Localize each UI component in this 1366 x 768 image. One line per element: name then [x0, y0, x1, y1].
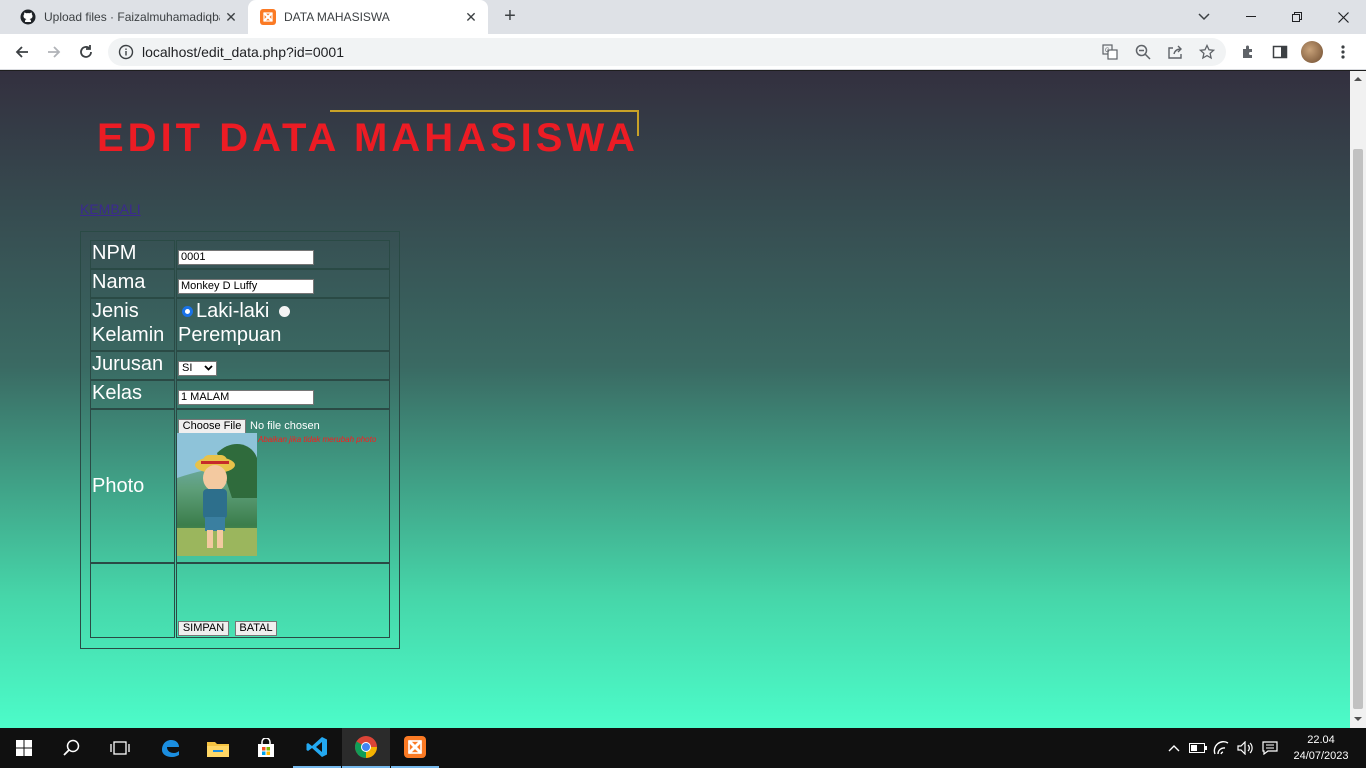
tab-github[interactable]: Upload files · Faizalmuhamadiqbal ✕: [8, 0, 248, 34]
xampp-taskbar-icon[interactable]: [391, 728, 439, 768]
menu-dots-icon[interactable]: [1333, 42, 1353, 62]
wifi-icon[interactable]: [1212, 738, 1232, 758]
kelas-label-cell: Kelas: [90, 380, 175, 409]
windows-start-icon[interactable]: [0, 728, 48, 768]
profile-avatar[interactable]: [1301, 41, 1323, 63]
edge-icon[interactable]: [146, 728, 194, 768]
store-icon[interactable]: [242, 728, 290, 768]
buttons-cell: SIMPAN BATAL: [176, 563, 390, 638]
tab-search-chevron-icon[interactable]: [1192, 5, 1216, 29]
extensions-puzzle-icon[interactable]: [1238, 42, 1258, 62]
volume-icon[interactable]: [1236, 738, 1256, 758]
jurusan-value-cell: SI: [176, 351, 390, 380]
restore-button[interactable]: [1274, 0, 1320, 34]
npm-label-cell: NPM: [90, 240, 175, 269]
laki-laki-label: Laki-laki: [196, 300, 270, 322]
translate-icon[interactable]: G: [1102, 44, 1118, 60]
system-clock[interactable]: 22.04 24/07/2023: [1284, 732, 1358, 764]
clock-time: 22.04: [1307, 734, 1335, 746]
forward-arrow-icon[interactable]: [40, 38, 68, 66]
tray-chevron-up-icon[interactable]: [1164, 738, 1184, 758]
nama-label: Nama: [92, 271, 146, 293]
svg-text:G: G: [1105, 48, 1110, 54]
simpan-button[interactable]: SIMPAN: [178, 621, 229, 636]
jenis-kelamin-label-line2: Kelamin: [92, 324, 165, 346]
browser-toolbar: localhost/edit_data.php?id=0001 G: [0, 34, 1366, 70]
perempuan-label: Perempuan: [178, 324, 282, 346]
tab-strip: Upload files · Faizalmuhamadiqbal ✕ DATA…: [0, 0, 1366, 34]
tab-data-mahasiswa[interactable]: DATA MAHASISWA ✕: [248, 0, 488, 34]
jenis-kelamin-label-line1: Jenis: [92, 300, 139, 322]
url-text: localhost/edit_data.php?id=0001: [142, 44, 345, 60]
student-photo: [177, 433, 257, 556]
kelas-input[interactable]: 1 MALAM: [178, 390, 314, 405]
new-tab-button[interactable]: +: [498, 4, 522, 28]
batal-button[interactable]: BATAL: [235, 621, 277, 636]
close-tab-icon[interactable]: ✕: [220, 9, 242, 26]
windows-taskbar: 22.04 24/07/2023: [0, 728, 1366, 768]
photo-hint-text: Abaikan jika tidak merubah photo: [258, 435, 377, 444]
npm-value-cell: 0001: [176, 240, 390, 269]
xampp-icon: [260, 9, 276, 25]
photo-label-cell: Photo: [90, 409, 175, 563]
radio-perempuan[interactable]: [278, 306, 290, 318]
edit-form-table: NPM 0001 Nama Monkey D Luffy Jenis Kelam…: [80, 231, 400, 649]
scroll-up-icon[interactable]: [1354, 75, 1362, 83]
page-body: EDIT DATA MAHASISWA KEMBALI NPM 0001 Nam…: [0, 71, 1350, 728]
clock-date: 24/07/2023: [1293, 750, 1349, 762]
nama-input[interactable]: Monkey D Luffy: [178, 279, 314, 294]
jurusan-label-cell: Jurusan: [90, 351, 175, 380]
chevron-down-icon: [204, 365, 213, 371]
choose-file-button[interactable]: Choose File: [178, 419, 246, 434]
github-icon: [20, 9, 36, 25]
task-view-icon[interactable]: [96, 728, 144, 768]
kembali-link[interactable]: KEMBALI: [80, 201, 141, 217]
info-icon[interactable]: [118, 44, 134, 60]
jenis-kelamin-value-cell: Laki-laki Perempuan: [176, 298, 390, 351]
battery-icon[interactable]: [1188, 738, 1208, 758]
scroll-thumb[interactable]: [1353, 149, 1363, 709]
file-explorer-icon[interactable]: [194, 728, 242, 768]
back-arrow-icon[interactable]: [8, 38, 36, 66]
chrome-icon[interactable]: [342, 728, 390, 768]
kelas-label: Kelas: [92, 382, 143, 404]
nama-label-cell: Nama: [90, 269, 175, 298]
side-panel-icon[interactable]: [1270, 42, 1290, 62]
minimize-button[interactable]: [1228, 0, 1274, 34]
vscode-icon[interactable]: [293, 728, 341, 768]
jenis-kelamin-options: Laki-laki: [177, 299, 389, 323]
bookmark-star-icon[interactable]: [1198, 43, 1216, 60]
photo-label: Photo: [92, 475, 145, 497]
kelas-value-cell: 1 MALAM: [176, 380, 390, 409]
address-bar[interactable]: localhost/edit_data.php?id=0001 G: [108, 38, 1226, 66]
jurusan-selected-value: SI: [182, 362, 193, 374]
jenis-kelamin-label-cell: Jenis Kelamin: [90, 298, 175, 351]
zoom-icon[interactable]: [1135, 44, 1151, 60]
tab-title: Upload files · Faizalmuhamadiqbal: [44, 10, 220, 24]
search-icon[interactable]: [48, 728, 96, 768]
radio-laki-laki[interactable]: [182, 306, 193, 318]
scroll-down-icon[interactable]: [1354, 715, 1362, 723]
close-tab-icon[interactable]: ✕: [460, 9, 482, 26]
page-scrollbar[interactable]: [1350, 71, 1366, 728]
tab-title: DATA MAHASISWA: [284, 10, 390, 24]
page-title: EDIT DATA MAHASISWA: [97, 116, 639, 160]
reload-icon[interactable]: [72, 38, 100, 66]
jurusan-select[interactable]: SI: [178, 361, 217, 376]
close-window-button[interactable]: [1320, 0, 1366, 34]
file-status-text: No file chosen: [250, 420, 320, 432]
npm-label: NPM: [92, 242, 137, 264]
buttons-label-cell: [90, 563, 175, 638]
jurusan-label: Jurusan: [92, 353, 164, 375]
notification-icon[interactable]: [1260, 738, 1280, 758]
share-icon[interactable]: [1167, 44, 1183, 60]
npm-input[interactable]: 0001: [178, 250, 314, 265]
nama-value-cell: Monkey D Luffy: [176, 269, 390, 298]
